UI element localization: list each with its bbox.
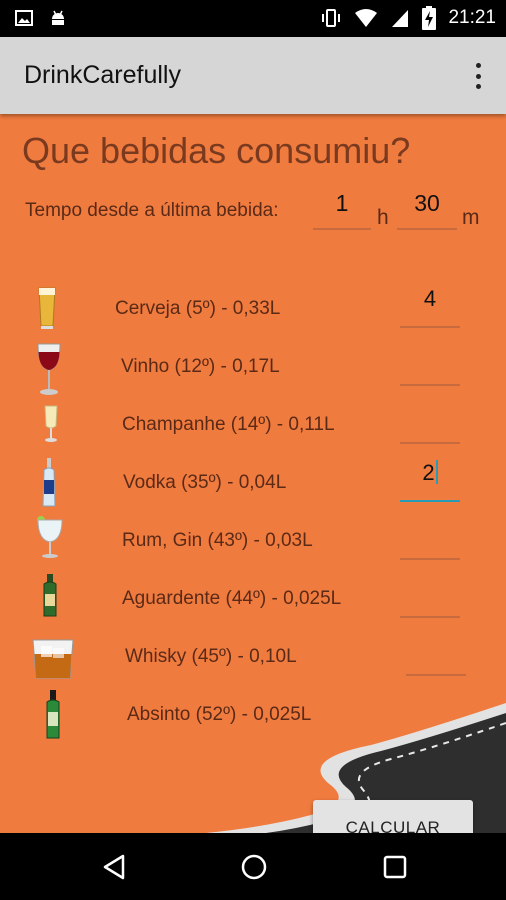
signal-icon — [390, 7, 410, 29]
drink-label-aguardente: Aguardente (44º) - 0,025L — [122, 588, 342, 609]
battery-charging-icon — [422, 6, 437, 30]
minutes-unit-label: m — [462, 206, 480, 229]
drinks-form: Que bebidas consumiu? Tempo desde a últi… — [0, 114, 506, 833]
quantity-input-aguardente[interactable] — [400, 574, 460, 618]
status-time: 21:21 — [448, 7, 496, 28]
hours-input[interactable]: 1 — [313, 190, 371, 230]
drink-label-whisky: Whisky (45º) - 0,10L — [125, 646, 297, 667]
whisky-glass-icon — [31, 636, 75, 685]
beer-glass-icon — [36, 286, 58, 335]
drink-row-aguardente: Aguardente (44º) - 0,025L — [0, 572, 506, 630]
drink-row-vinho: Vinho (12º) - 0,17L — [0, 340, 506, 398]
champagne-glass-icon — [42, 404, 60, 449]
page-title: Que bebidas consumiu? — [22, 130, 411, 171]
drink-label-champanhe: Champanhe (14º) - 0,11L — [122, 414, 335, 435]
hours-unit-label: h — [377, 206, 389, 229]
calculate-button[interactable]: CALCULAR — [313, 800, 473, 833]
quantity-input-cerveja[interactable]: 4 — [400, 284, 460, 328]
drink-row-rum-gin: Rum, Gin (43º) - 0,03L — [0, 514, 506, 572]
minutes-input[interactable]: 30 — [397, 190, 457, 230]
quantity-input-rum-gin[interactable] — [400, 516, 460, 560]
app-bar: DrinkCarefully — [0, 37, 506, 114]
quantity-input-vodka[interactable]: 2 — [400, 458, 460, 502]
drink-row-whisky: Whisky (45º) - 0,10L — [0, 630, 506, 688]
quantity-input-champanhe[interactable] — [400, 400, 460, 444]
overflow-menu-icon[interactable] — [472, 63, 484, 89]
drink-row-vodka: Vodka (35º) - 0,04L 2 — [0, 456, 506, 514]
drink-row-champanhe: Champanhe (14º) - 0,11L — [0, 398, 506, 456]
drink-label-rum-gin: Rum, Gin (43º) - 0,03L — [122, 530, 313, 551]
time-since-label: Tempo desde a última bebida: — [25, 200, 279, 221]
aguardente-bottle-icon — [41, 574, 59, 623]
drink-row-cerveja: Cerveja (5º) - 0,33L 4 — [0, 282, 506, 340]
android-icon — [48, 8, 68, 28]
vibrate-icon — [320, 7, 342, 29]
drink-label-cerveja: Cerveja (5º) - 0,33L — [115, 298, 281, 319]
back-icon[interactable] — [101, 853, 127, 886]
text-cursor — [435, 460, 438, 484]
quantity-input-vinho[interactable] — [400, 342, 460, 386]
wine-glass-icon — [35, 342, 63, 403]
drink-label-vodka: Vodka (35º) - 0,04L — [123, 472, 287, 493]
app-title: DrinkCarefully — [24, 61, 181, 89]
drink-label-vinho: Vinho (12º) - 0,17L — [121, 356, 280, 377]
wifi-icon — [354, 7, 378, 29]
quantity-input-whisky[interactable] — [406, 632, 466, 676]
absinto-bottle-icon — [44, 690, 62, 745]
home-icon[interactable] — [240, 853, 268, 886]
image-icon — [14, 8, 34, 28]
recents-icon[interactable] — [382, 853, 408, 886]
vodka-bottle-icon — [40, 458, 58, 513]
navigation-bar — [0, 833, 506, 900]
gin-glass-icon — [34, 514, 66, 565]
status-bar: 21:21 — [0, 0, 506, 37]
